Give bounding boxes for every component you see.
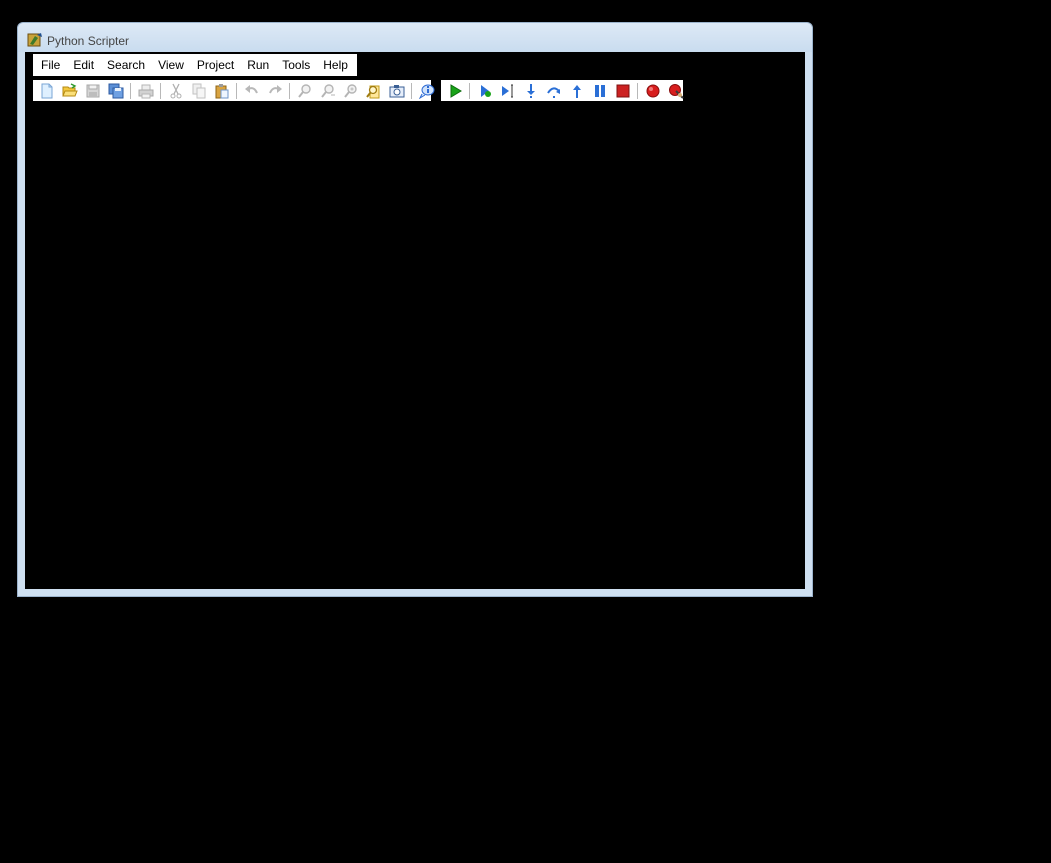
python-scripter-app-icon xyxy=(27,33,42,47)
info-button[interactable] xyxy=(417,82,437,100)
menu-file[interactable]: File xyxy=(35,54,67,76)
find-button[interactable] xyxy=(295,82,315,100)
open-file-button[interactable] xyxy=(60,82,80,100)
menu-view[interactable]: View xyxy=(152,54,191,76)
menu-run[interactable]: Run xyxy=(241,54,276,76)
find-next-button[interactable] xyxy=(318,82,338,100)
menu-bar: File Edit Search View Project Run Tools … xyxy=(33,54,357,76)
save-button[interactable] xyxy=(83,82,103,100)
find-in-files-button[interactable] xyxy=(364,82,384,100)
menu-search[interactable]: Search xyxy=(101,54,152,76)
clear-breakpoints-button[interactable] xyxy=(666,82,686,100)
paste-button[interactable] xyxy=(212,82,232,100)
open-folder-icon xyxy=(61,82,78,96)
title-bar[interactable]: Python Scripter xyxy=(18,23,812,52)
run-to-cursor-icon xyxy=(501,84,513,97)
pause-icon xyxy=(594,84,605,97)
run-to-cursor-button[interactable] xyxy=(498,82,518,100)
copy-button[interactable] xyxy=(189,82,209,100)
find-in-files-icon xyxy=(365,85,379,98)
toolbar-separator xyxy=(469,82,470,99)
run-icon xyxy=(450,83,462,98)
menu-help[interactable]: Help xyxy=(317,54,355,76)
client-area: File Edit Search View Project Run Tools … xyxy=(25,52,805,589)
menu-tools[interactable]: Tools xyxy=(276,54,317,76)
step-into-button[interactable] xyxy=(521,82,541,100)
new-file-button[interactable] xyxy=(37,82,57,100)
step-into-icon xyxy=(526,83,535,98)
replace-icon xyxy=(343,83,357,98)
toolbar-separator xyxy=(411,82,412,99)
new-file-icon xyxy=(41,83,52,98)
find-icon xyxy=(297,83,311,98)
toggle-breakpoint-button[interactable] xyxy=(643,82,663,100)
redo-icon xyxy=(268,84,282,93)
debug-button[interactable] xyxy=(475,82,495,100)
stop-icon xyxy=(616,84,629,97)
toolbar-separator xyxy=(160,82,161,99)
step-out-icon xyxy=(572,84,581,98)
toolbar-separator xyxy=(130,82,131,99)
save-icon xyxy=(86,84,99,97)
cut-icon xyxy=(170,83,181,98)
toolbar-separator xyxy=(289,82,290,99)
menu-edit[interactable]: Edit xyxy=(67,54,101,76)
toggle-breakpoint-icon xyxy=(646,84,659,97)
step-out-button[interactable] xyxy=(567,82,587,100)
application-window: Python Scripter File Edit Search View Pr… xyxy=(17,22,813,597)
cut-button[interactable] xyxy=(166,82,186,100)
run-button[interactable] xyxy=(445,82,465,100)
debug-toolbar xyxy=(441,80,686,101)
window-title: Python Scripter xyxy=(47,34,130,48)
undo-button[interactable] xyxy=(242,82,262,100)
step-over-button[interactable] xyxy=(544,82,564,100)
find-next-icon xyxy=(320,83,335,98)
stop-button[interactable] xyxy=(613,82,633,100)
camera-icon xyxy=(389,84,404,97)
clear-breakpoints-icon xyxy=(668,83,684,99)
main-toolbar xyxy=(33,80,434,101)
print-icon xyxy=(138,84,153,98)
save-all-icon xyxy=(108,83,123,98)
info-icon xyxy=(418,84,434,99)
copy-icon xyxy=(192,83,205,98)
replace-button[interactable] xyxy=(341,82,361,100)
screenshot-button[interactable] xyxy=(387,82,407,100)
pause-button[interactable] xyxy=(590,82,610,100)
paste-icon xyxy=(215,83,228,98)
toolbar-separator xyxy=(637,82,638,99)
step-over-icon xyxy=(546,86,560,98)
redo-button[interactable] xyxy=(265,82,285,100)
debug-icon xyxy=(480,84,491,97)
menu-project[interactable]: Project xyxy=(191,54,241,76)
print-button[interactable] xyxy=(136,82,156,100)
undo-icon xyxy=(244,84,258,93)
toolbar-separator xyxy=(236,82,237,99)
save-all-button[interactable] xyxy=(106,82,126,100)
